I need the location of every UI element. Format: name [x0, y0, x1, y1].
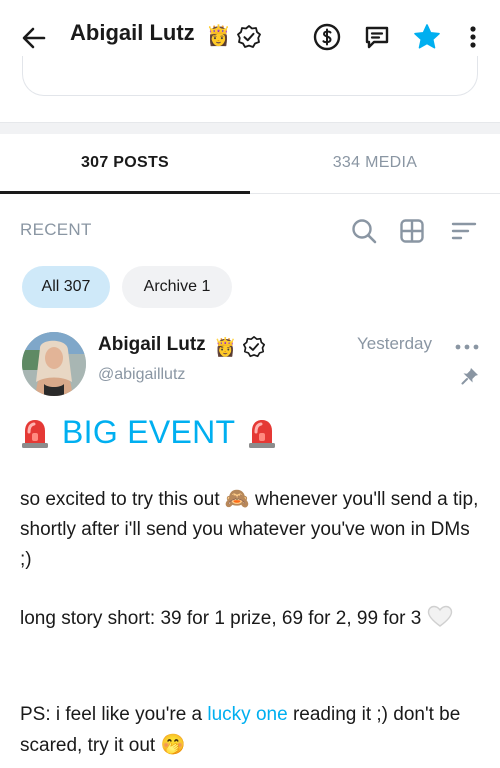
star-icon[interactable] — [412, 22, 442, 52]
profile-name-title: Abigail Lutz — [70, 20, 195, 45]
tab-posts[interactable]: 307 POSTS — [0, 134, 250, 194]
see-no-evil-monkey-emoji: 🙈 — [224, 488, 250, 510]
siren-icon — [249, 420, 276, 448]
white-heart-icon — [427, 605, 452, 627]
post-paragraph-1: so excited to try this out 🙈 whenever yo… — [20, 484, 480, 575]
post-paragraph-3: PS: i feel like you're a lucky one readi… — [20, 700, 480, 761]
crown-emoji: 👸 — [206, 25, 231, 47]
tip-dollar-icon[interactable] — [312, 22, 342, 52]
input-field-remnant — [22, 56, 478, 96]
section-divider — [0, 122, 500, 134]
back-arrow-icon[interactable] — [18, 22, 50, 54]
search-icon[interactable] — [350, 217, 378, 245]
post-author-handle[interactable]: @abigaillutz — [98, 366, 185, 384]
post-text: long story short: 39 for 1 prize, 69 for… — [20, 608, 427, 629]
post-headline: BIG EVENT — [20, 410, 277, 454]
post-author-name[interactable]: Abigail Lutz — [98, 334, 206, 356]
sort-label[interactable]: RECENT — [20, 220, 92, 240]
verified-icon — [237, 25, 261, 48]
post-text: so excited to try this out — [20, 489, 225, 510]
sort-icon[interactable] — [450, 217, 478, 245]
tab-media[interactable]: 334 MEDIA — [250, 134, 500, 194]
grid-view-icon[interactable] — [398, 217, 426, 245]
face-with-hand-over-mouth-emoji: 🤭 — [160, 734, 186, 756]
post-timestamp: Yesterday — [357, 334, 432, 353]
post-paragraph-2: long story short: 39 for 1 prize, 69 for… — [20, 604, 480, 634]
post-headline-text: BIG EVENT — [62, 413, 236, 450]
filter-chip-archive[interactable]: Archive 1 — [122, 266, 232, 308]
profile-tabs: 307 POSTS 334 MEDIA — [0, 134, 500, 194]
avatar-photo — [22, 332, 86, 396]
avatar[interactable] — [22, 332, 86, 396]
more-horizontal-icon[interactable] — [454, 338, 480, 356]
crown-emoji: 👸 — [214, 337, 237, 357]
message-icon[interactable] — [362, 22, 392, 52]
filter-chip-all[interactable]: All 307 — [22, 266, 110, 308]
verified-icon — [243, 336, 265, 358]
post-link[interactable]: lucky one — [207, 704, 287, 725]
active-tab-indicator — [0, 191, 250, 194]
more-vertical-icon[interactable] — [458, 22, 488, 52]
siren-icon — [22, 420, 48, 448]
pin-icon — [461, 368, 478, 385]
post-text: PS: i feel like you're a — [20, 704, 208, 725]
